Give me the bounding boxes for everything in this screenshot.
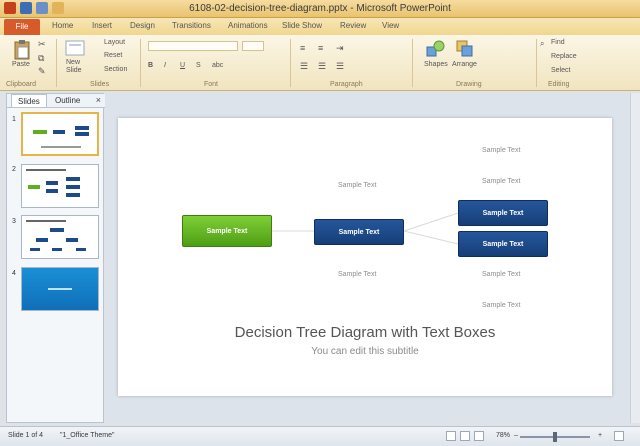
close-icon[interactable]: × <box>96 95 101 105</box>
group-slides: Slides <box>90 81 110 88</box>
outcome-box-1[interactable]: Sample Text <box>458 200 548 226</box>
outcome-text-4[interactable]: Sample Text <box>482 302 520 309</box>
bullets-icon[interactable]: ≡ <box>300 43 305 53</box>
status-bar: Slide 1 of 4 "1_Office Theme" 78% – + <box>0 426 640 446</box>
align-right-icon[interactable]: ☰ <box>336 61 344 72</box>
slide-canvas[interactable]: Sample Text Sample Text Sample Text Samp… <box>118 118 612 396</box>
slides-panel: Slides Outline × 1 2 3 4 <box>6 93 105 423</box>
new-slide-label-line2[interactable]: Slide <box>66 67 82 74</box>
fit-slide-icon[interactable] <box>614 431 624 441</box>
outcome-text-1[interactable]: Sample Text <box>482 147 520 154</box>
tab-home[interactable]: Home <box>52 21 73 30</box>
theme-name: "1_Office Theme" <box>60 432 115 439</box>
slide-number: 1 <box>12 116 16 123</box>
group-clipboard: Clipboard <box>6 81 36 88</box>
numbering-icon[interactable]: ≡ <box>318 43 323 53</box>
slide-thumbnail-2[interactable] <box>21 164 99 208</box>
slide-number: 2 <box>12 166 16 173</box>
copy-icon[interactable]: ⧉ <box>38 53 44 64</box>
tab-design[interactable]: Design <box>130 21 155 30</box>
title-bar: 6108-02-decision-tree-diagram.pptx - Mic… <box>0 0 640 18</box>
slide-subtitle[interactable]: You can edit this subtitle <box>118 346 612 357</box>
vertical-scrollbar[interactable] <box>630 93 640 423</box>
group-editing: Editing <box>548 81 570 88</box>
panel-tabs: Slides Outline × <box>7 94 105 108</box>
align-center-icon[interactable]: ☰ <box>318 61 326 72</box>
new-slide-label-line1[interactable]: New <box>66 59 80 66</box>
slide-sorter-icon[interactable] <box>460 431 470 441</box>
bold-icon[interactable]: B <box>148 62 153 69</box>
slide-number: 3 <box>12 218 16 225</box>
group-paragraph: Paragraph <box>330 81 363 88</box>
arrange-icon[interactable] <box>455 39 475 59</box>
group-drawing: Drawing <box>456 81 482 88</box>
root-node-box[interactable]: Sample Text <box>182 215 272 247</box>
tab-outline[interactable]: Outline <box>55 96 80 105</box>
paste-icon[interactable] <box>12 39 32 61</box>
format-painter-icon[interactable]: ✎ <box>38 66 46 77</box>
section-button[interactable]: Section <box>104 66 127 73</box>
window-title: 6108-02-decision-tree-diagram.pptx - Mic… <box>189 3 451 14</box>
zoom-out-button[interactable]: – <box>514 432 518 439</box>
tab-insert[interactable]: Insert <box>92 21 112 30</box>
italic-icon[interactable]: I <box>164 62 166 69</box>
find-icon[interactable]: ⌕ <box>540 39 544 49</box>
slide-thumbnail-4[interactable] <box>21 267 99 311</box>
shapes-button[interactable]: Shapes <box>424 61 448 68</box>
cut-icon[interactable]: ✂ <box>38 39 46 50</box>
replace-button[interactable]: Replace <box>551 53 577 60</box>
tab-slide-show[interactable]: Slide Show <box>282 21 322 30</box>
zoom-in-button[interactable]: + <box>598 432 602 439</box>
tab-animations[interactable]: Animations <box>228 21 268 30</box>
arrange-button[interactable]: Arrange <box>452 61 477 68</box>
reset-button[interactable]: Reset <box>104 52 122 59</box>
tab-review[interactable]: Review <box>340 21 366 30</box>
tab-view[interactable]: View <box>382 21 399 30</box>
decision-node-box[interactable]: Sample Text <box>314 219 404 245</box>
tab-file[interactable]: File <box>4 19 40 35</box>
tab-slides[interactable]: Slides <box>11 94 47 107</box>
ribbon: Paste ✂ ⧉ ✎ New Slide Layout Reset Secti… <box>0 35 640 91</box>
reading-view-icon[interactable] <box>474 431 484 441</box>
branch-label-lower[interactable]: Sample Text <box>338 271 376 278</box>
slide-number: 4 <box>12 270 16 277</box>
shadow-icon[interactable]: S <box>196 62 201 69</box>
select-button[interactable]: Select <box>551 67 570 74</box>
normal-view-icon[interactable] <box>446 431 456 441</box>
zoom-level[interactable]: 78% <box>496 432 510 439</box>
shapes-icon[interactable] <box>425 39 445 59</box>
strikethrough-icon[interactable]: abc <box>212 62 223 69</box>
slide-title[interactable]: Decision Tree Diagram with Text Boxes <box>118 324 612 341</box>
layout-button[interactable]: Layout <box>104 39 125 46</box>
slide-thumbnail-1[interactable] <box>21 112 99 156</box>
underline-icon[interactable]: U <box>180 62 185 69</box>
new-slide-icon[interactable] <box>64 39 86 59</box>
slide-thumbnail-3[interactable] <box>21 215 99 259</box>
indent-icon[interactable]: ⇥ <box>336 43 344 54</box>
outcome-text-3[interactable]: Sample Text <box>482 271 520 278</box>
tab-transitions[interactable]: Transitions <box>172 21 211 30</box>
zoom-slider-thumb[interactable] <box>553 432 557 442</box>
align-left-icon[interactable]: ☰ <box>300 61 308 72</box>
find-button[interactable]: Find <box>551 39 565 46</box>
paste-button[interactable]: Paste <box>12 61 30 68</box>
outcome-text-2[interactable]: Sample Text <box>482 178 520 185</box>
outcome-box-2[interactable]: Sample Text <box>458 231 548 257</box>
ribbon-tab-bar: File Home Insert Design Transitions Anim… <box>0 18 640 35</box>
font-size-box[interactable] <box>242 41 264 51</box>
group-font: Font <box>204 81 219 88</box>
branch-label-upper[interactable]: Sample Text <box>338 182 376 189</box>
font-name-box[interactable] <box>148 41 238 51</box>
slide-indicator: Slide 1 of 4 <box>8 432 44 439</box>
